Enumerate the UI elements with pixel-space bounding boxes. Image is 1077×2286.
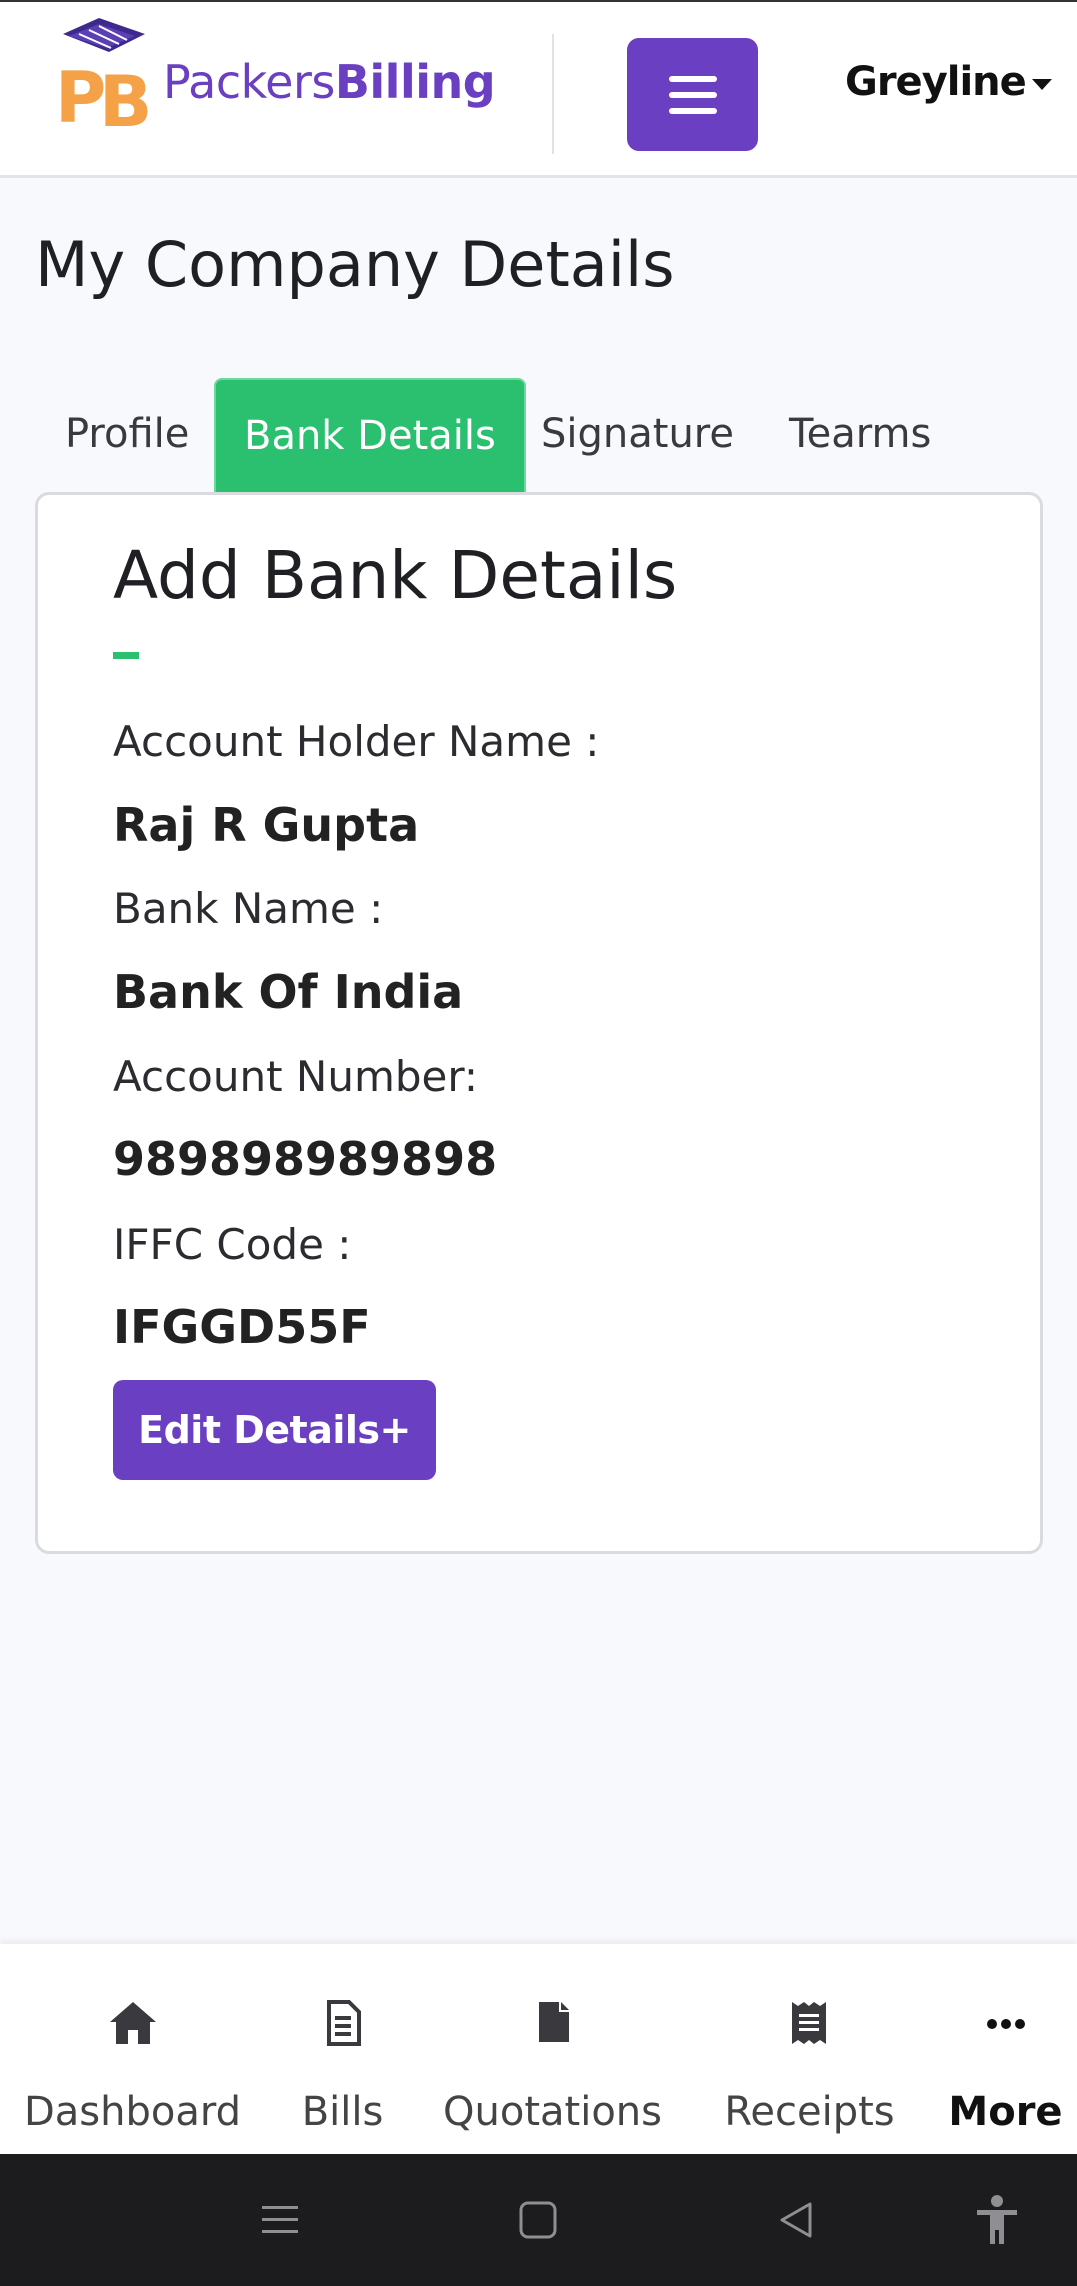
iffc-code-label: IFFC Code : (113, 1220, 352, 1269)
title-accent-line (113, 652, 139, 659)
tab-bank-details[interactable]: Bank Details (214, 378, 526, 492)
nav-label: More (948, 2089, 1063, 2135)
account-holder-value: Raj R Gupta (113, 798, 420, 852)
brand-name[interactable]: PackersBilling (163, 52, 496, 112)
iffc-code-value: IFGGD55F (113, 1300, 371, 1354)
document-icon (539, 2002, 569, 2042)
recent-apps-icon[interactable] (260, 2200, 300, 2240)
packersbilling-logo-icon[interactable]: P B (55, 18, 155, 130)
more-dots-icon (987, 2019, 1025, 2029)
back-icon[interactable] (776, 2200, 816, 2240)
nav-dashboard[interactable]: Dashboard (20, 1944, 245, 2154)
header-divider (552, 34, 554, 154)
bill-icon (327, 2000, 361, 2046)
card-title: Add Bank Details (113, 537, 678, 614)
edit-details-button[interactable]: Edit Details+ (113, 1380, 436, 1480)
nav-more[interactable]: More (948, 1944, 1063, 2154)
tab-signature[interactable]: Signature (513, 378, 762, 492)
bottom-navigation: Dashboard Bills Quotations Receipts More (0, 1944, 1077, 2154)
caret-down-icon (1031, 78, 1052, 90)
bank-name-value: Bank Of India (113, 965, 464, 1019)
nav-label: Dashboard (23, 2089, 241, 2135)
account-holder-label: Account Holder Name : (113, 717, 600, 766)
user-dropdown[interactable]: Greyline (845, 52, 1052, 112)
tab-profile[interactable]: Profile (37, 378, 217, 492)
nav-label: Quotations (443, 2089, 662, 2135)
account-number-value: 989898989898 (113, 1132, 498, 1186)
app-header: P B PackersBilling Greyline (0, 0, 1077, 178)
nav-label: Bills (301, 2089, 384, 2135)
page-title: My Company Details (35, 228, 675, 301)
system-navigation-bar (0, 2154, 1077, 2286)
nav-receipts[interactable]: Receipts (722, 1944, 897, 2154)
nav-bills[interactable]: Bills (290, 1944, 395, 2154)
accessibility-icon[interactable] (975, 2194, 1019, 2246)
bank-details-card: Add Bank Details Account Holder Name : R… (35, 492, 1043, 1554)
bank-name-label: Bank Name : (113, 884, 384, 933)
svg-text:B: B (99, 61, 152, 130)
hamburger-icon (669, 76, 717, 82)
tab-tearms[interactable]: Tearms (761, 378, 959, 492)
nav-label: Receipts (724, 2089, 895, 2135)
home-icon (110, 2002, 156, 2044)
user-name: Greyline (845, 59, 1027, 105)
account-number-label: Account Number: (113, 1052, 479, 1101)
nav-quotations[interactable]: Quotations (440, 1944, 665, 2154)
home-button-icon[interactable] (518, 2200, 558, 2240)
receipt-icon (792, 2002, 826, 2044)
hamburger-menu-button[interactable] (627, 38, 758, 151)
